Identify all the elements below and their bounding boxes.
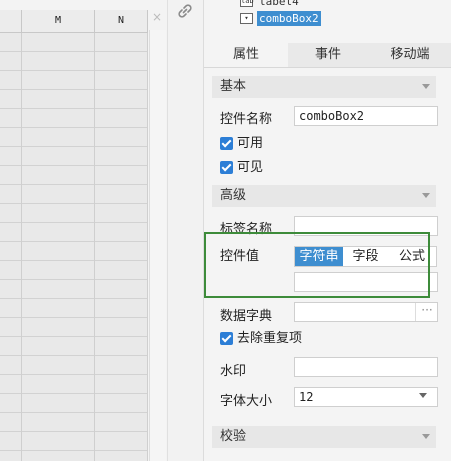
control-name-label: 控件名称 (220, 112, 273, 127)
chevron-down-icon (422, 193, 430, 198)
tab-bar: 属性 事件 移动端 (204, 43, 451, 68)
tab-properties[interactable]: 属性 (204, 43, 288, 67)
close-icon[interactable]: × (150, 11, 164, 25)
spreadsheet-area: M N × (0, 0, 167, 461)
tree-item-label: label4 (259, 0, 299, 8)
checkbox-label: 去除重复项 (237, 331, 303, 346)
font-size-select[interactable]: 12 (294, 387, 438, 407)
section-basic[interactable]: 基本 (212, 76, 436, 98)
toolbar-gutter (167, 0, 204, 461)
font-size-label: 字体大小 (220, 394, 273, 409)
tab-events[interactable]: 事件 (288, 43, 368, 67)
tab-mobile[interactable]: 移动端 (368, 43, 451, 67)
tree-item-label: comboBox2 (257, 11, 321, 26)
section-advanced[interactable]: 高级 (212, 185, 436, 207)
combobox-icon: ▾ (240, 13, 253, 24)
watermark-label: 水印 (220, 364, 247, 379)
column-header-m[interactable]: M (22, 10, 95, 32)
grid-column[interactable] (0, 33, 22, 461)
section-title: 高级 (220, 188, 247, 203)
grid-column-n[interactable] (95, 33, 148, 461)
checkbox-checked-icon (220, 161, 233, 174)
properties-panel: lab label4 ▾ comboBox2 属性 事件 移动端 基本 控件名称… (203, 0, 451, 461)
column-header-row: M N (0, 10, 148, 33)
section-validation[interactable]: 校验 (212, 426, 436, 448)
control-name-input[interactable]: comboBox2 (294, 106, 438, 126)
label-icon: lab (240, 0, 254, 7)
section-title: 基本 (220, 79, 247, 94)
data-dictionary-label: 数据字典 (220, 309, 273, 324)
more-icon[interactable]: ··· (415, 303, 438, 321)
chevron-down-icon (422, 84, 430, 89)
chevron-down-icon (422, 434, 430, 439)
checkbox-label: 可用 (237, 136, 264, 151)
sheet-scrollbar[interactable] (149, 30, 166, 461)
column-header-n[interactable]: N (95, 10, 148, 32)
section-title: 校验 (220, 429, 247, 444)
checkbox-checked-icon (220, 332, 233, 345)
highlight-box (204, 232, 430, 298)
link-icon[interactable] (176, 2, 194, 20)
checkbox-checked-icon (220, 137, 233, 150)
column-header-blank (0, 10, 22, 32)
checkbox-label: 可见 (237, 160, 264, 175)
chevron-down-icon[interactable] (419, 393, 427, 398)
panel-scrollbar[interactable] (440, 68, 451, 461)
grid-column-m[interactable] (22, 33, 95, 461)
watermark-input[interactable] (294, 357, 438, 377)
